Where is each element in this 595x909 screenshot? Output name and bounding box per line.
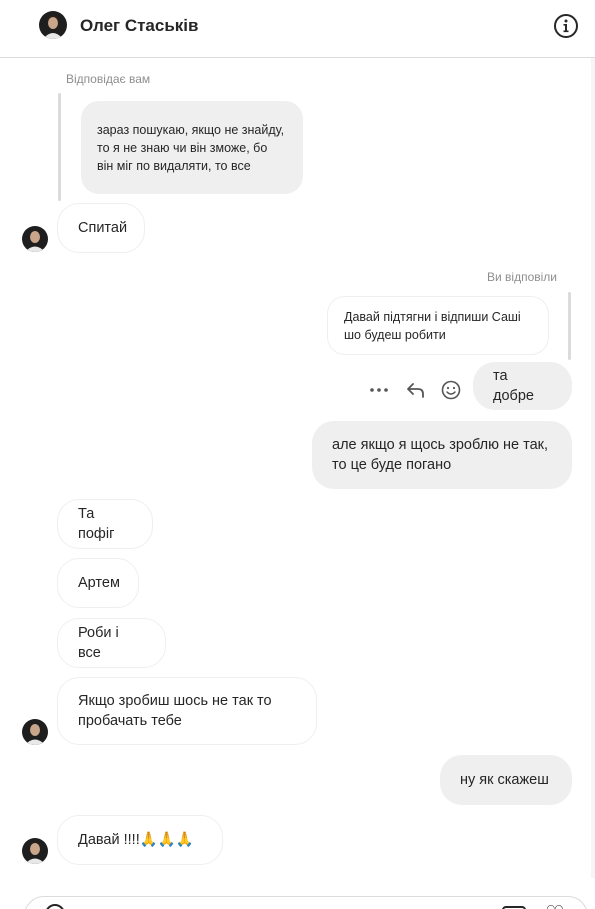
message-text: та добре	[493, 368, 534, 404]
message-scrollbar[interactable]	[591, 58, 595, 878]
heart-icon[interactable]: ♡	[545, 901, 565, 909]
quoted-message-text: Давай підтягни і відпиши Саші шо будеш р…	[344, 309, 521, 342]
message-actions	[368, 377, 462, 403]
message-composer[interactable]: ♡	[24, 896, 588, 909]
reply-context-label: Ви відповіли	[487, 270, 558, 284]
more-horizontal-icon[interactable]	[368, 379, 390, 401]
sender-avatar[interactable]	[22, 719, 48, 745]
message-text: Та пофіг	[78, 506, 115, 542]
contact-name[interactable]: Олег Стаськів	[80, 16, 198, 36]
incoming-message[interactable]: Давай !!!!🙏🙏🙏	[57, 815, 223, 865]
reply-quote-bar	[568, 292, 571, 360]
incoming-message[interactable]: Роби і все	[57, 618, 166, 668]
quoted-message[interactable]: зараз пошукаю, якщо не знайду, то я не з…	[81, 101, 303, 194]
incoming-message[interactable]: Та пофіг	[57, 499, 153, 549]
sender-avatar[interactable]	[22, 838, 48, 864]
incoming-message[interactable]: Якщо зробиш шось не так то пробачать теб…	[57, 677, 317, 745]
reply-icon[interactable]	[404, 379, 426, 401]
emoji-picker-icon[interactable]	[45, 904, 65, 909]
emoji-icon[interactable]	[440, 379, 462, 401]
message-text: Давай !!!!🙏🙏🙏	[78, 832, 194, 848]
reply-context-label: Відповідає вам	[66, 72, 151, 86]
quoted-message-text: зараз пошукаю, якщо не знайду, то я не з…	[97, 122, 285, 173]
outgoing-message[interactable]: ну як скажеш	[440, 755, 572, 805]
reply-quote-bar	[58, 93, 61, 201]
chat-header: Олег Стаськів	[0, 0, 595, 58]
message-text: Спитай	[78, 220, 128, 236]
message-text: ну як скажеш	[460, 772, 549, 788]
message-text: але якщо я щось зроблю не так, то це буд…	[332, 437, 549, 473]
message-text: Якщо зробиш шось не так то пробачать теб…	[78, 693, 272, 729]
message-text: Артем	[78, 575, 120, 591]
outgoing-message[interactable]: але якщо я щось зроблю не так, то це буд…	[312, 421, 572, 489]
incoming-message[interactable]: Артем	[57, 558, 139, 608]
quoted-message[interactable]: Давай підтягни і відпиши Саші шо будеш р…	[327, 296, 549, 355]
incoming-message[interactable]: Спитай	[57, 203, 145, 253]
outgoing-message[interactable]: та добре	[473, 362, 572, 410]
sender-avatar[interactable]	[22, 226, 48, 252]
contact-avatar[interactable]	[39, 11, 67, 39]
message-text: Роби і все	[78, 625, 119, 661]
info-circle-icon[interactable]	[553, 13, 579, 39]
